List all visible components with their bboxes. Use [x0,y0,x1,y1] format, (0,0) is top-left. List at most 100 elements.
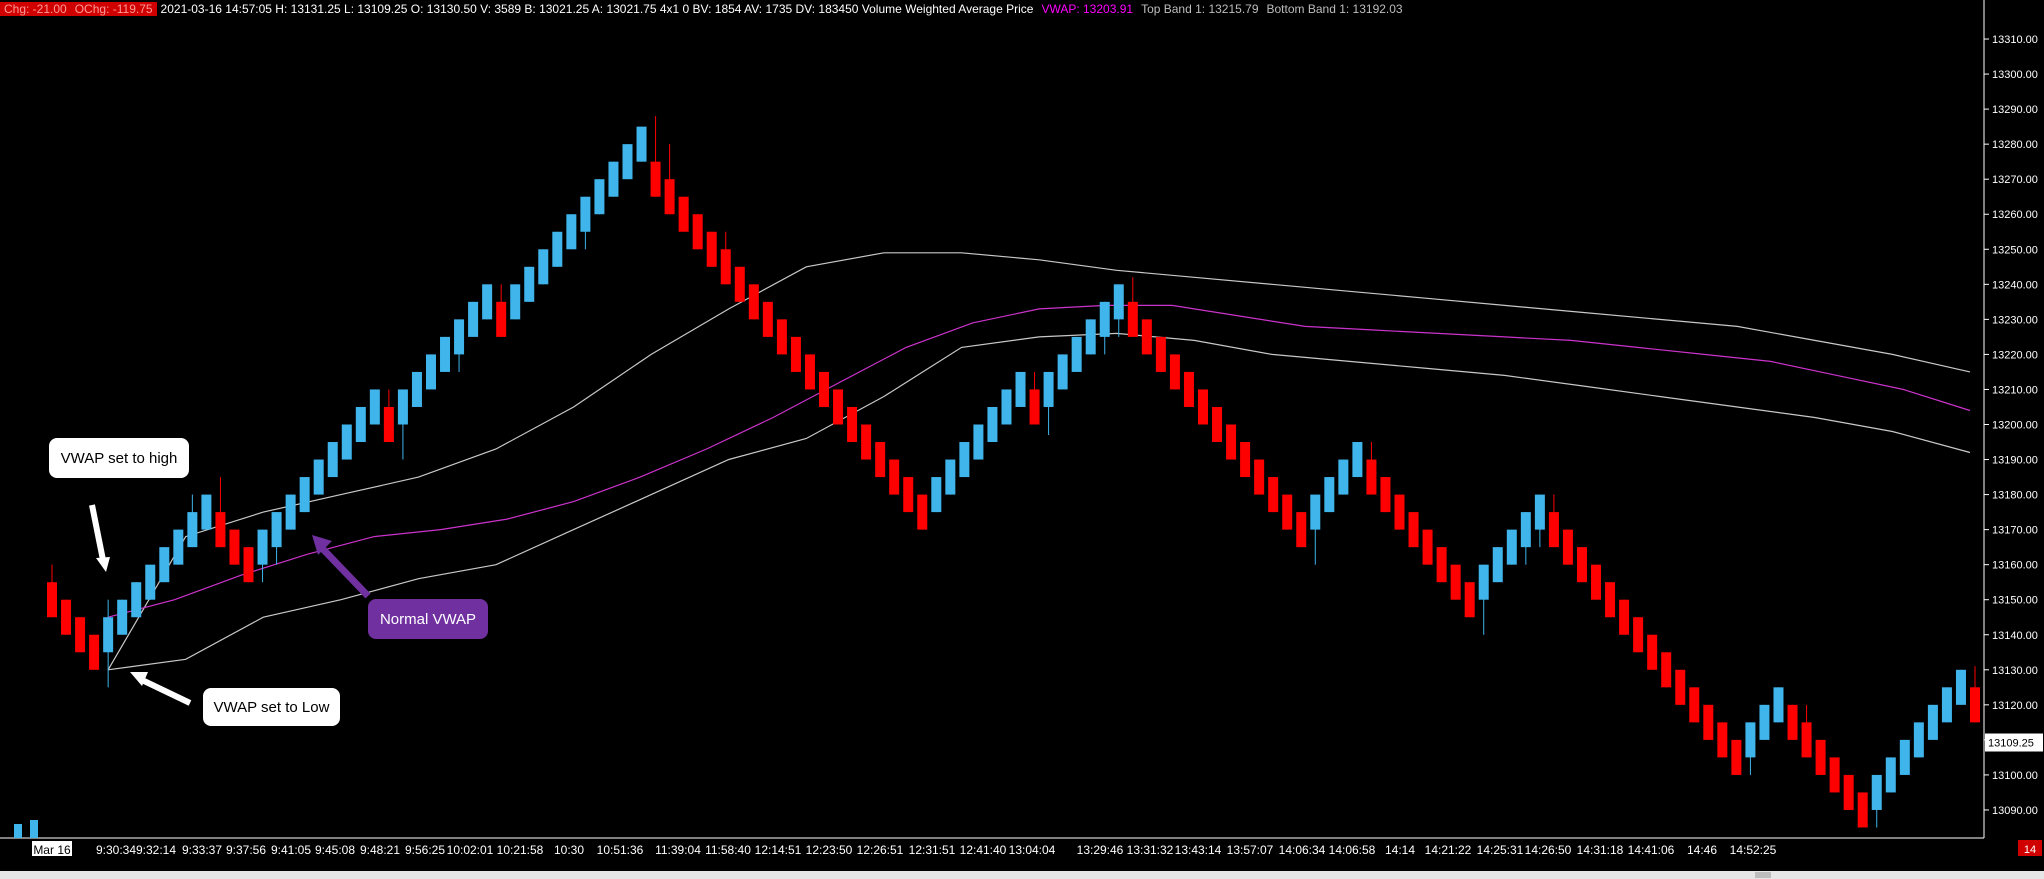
candle [594,179,605,215]
candle [229,529,240,565]
candle [720,231,731,285]
candle-body [75,617,86,653]
candle [819,371,830,407]
candle-body [987,406,998,443]
candle-body [1647,634,1658,670]
candle [1492,547,1503,583]
price-chart[interactable]: 13090.0013100.0013110.0013120.0013130.00… [0,0,2044,879]
y-tick-label: 13140.00 [1992,630,2038,642]
candle [257,529,268,583]
candle-body [1113,284,1124,320]
candle-body [1661,652,1672,688]
candle-body [440,336,451,372]
candle [875,442,886,478]
candle-body [1955,669,1966,705]
x-tick-label: 14:14 [1385,843,1415,857]
candle [173,529,184,565]
candle-body [538,249,549,285]
x-tick-label: 13:57:07 [1227,843,1274,857]
y-tick-label: 13210.00 [1992,384,2038,396]
candle-body [1085,319,1096,355]
candle [187,494,198,548]
candle-body [425,354,436,390]
candle [1254,459,1265,495]
candle [903,477,914,513]
y-tick-label: 13250.00 [1992,244,2038,256]
horizontal-scrollbar[interactable] [0,871,2044,879]
candle-body [636,126,647,162]
candle-body [847,406,858,443]
candle [1183,371,1194,407]
candle [1394,494,1405,530]
candle-body [790,336,801,372]
x-tick-label: 13:29:46 [1077,843,1124,857]
candle-body [369,389,380,425]
candle [1282,494,1293,530]
candle [327,442,338,478]
candle-body [1127,301,1138,337]
candle [1169,354,1180,390]
candle-body [650,161,661,197]
candle [1310,494,1321,565]
candle-body [720,249,731,285]
candle-body [1520,512,1531,548]
callout-vwap-low: VWAP set to Low [203,688,340,726]
candle-body [566,214,577,250]
candle-body [1380,477,1391,513]
candle [482,284,493,320]
candle [1955,669,1966,705]
candle-body [1885,757,1896,793]
x-tick-label: 14:31:18 [1577,843,1624,857]
candle [1843,774,1854,810]
candle [510,284,521,320]
candle-body [692,214,703,250]
candle-body [1254,459,1265,495]
candle [776,319,787,355]
candle [1043,371,1054,436]
candle [1338,459,1349,495]
candle-body [1745,722,1756,758]
candle-body [1913,722,1924,758]
candle-body [819,371,830,407]
x-tick-label: 12:41:40 [960,843,1007,857]
candle-body [1029,389,1040,425]
candle [1857,792,1868,828]
candle-body [1268,477,1279,513]
candle-body [187,512,198,548]
candle-body [552,231,563,267]
candle [369,389,380,425]
scroll-thumb[interactable] [1755,872,1771,878]
candle-body [776,319,787,355]
candle [622,144,633,180]
candle [355,406,366,443]
candle [1352,442,1363,478]
candle [833,389,844,425]
candle [552,231,563,267]
candle [1464,582,1475,618]
candle-body [706,231,717,267]
candle [790,336,801,372]
candle [1366,442,1377,495]
candle [1534,494,1545,548]
x-tick-label: 12:23:50 [806,843,853,857]
candle [47,564,57,618]
candle-body [468,301,479,337]
candle-body [1352,442,1363,478]
candle-body [1169,354,1180,390]
candle-body [215,512,226,548]
candle [243,547,254,583]
candle [89,634,100,670]
candle-body [1408,512,1419,548]
x-tick-label: 14:25:31 [1477,843,1524,857]
candle [145,564,156,600]
candle-body [1591,564,1602,600]
candle [1015,371,1026,407]
candle-body [1605,582,1616,618]
candle [1773,687,1784,723]
arrow-vwap-low-icon [140,677,192,706]
candle [1787,704,1798,740]
candle [1296,512,1307,548]
candle [580,196,591,250]
candle [397,389,408,460]
candle-body [1436,547,1447,583]
